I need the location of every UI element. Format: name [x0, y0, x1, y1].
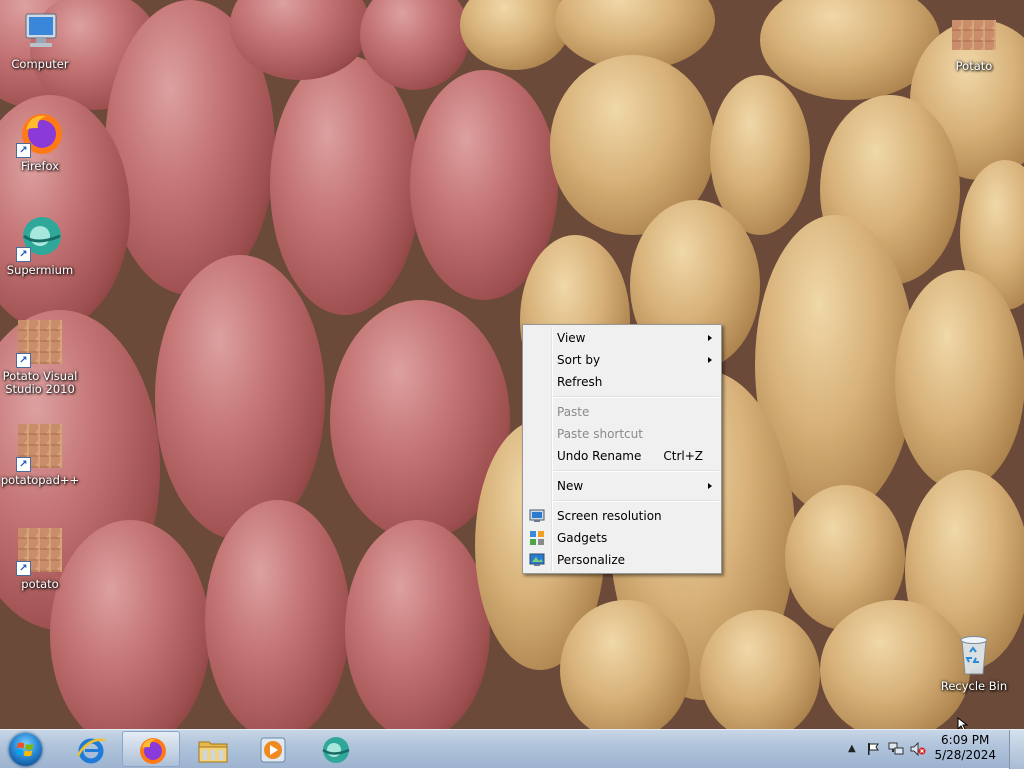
supermium-icon: [322, 737, 350, 763]
file-explorer-icon: [198, 741, 228, 763]
volume-muted-icon[interactable]: [910, 742, 926, 756]
firefox-icon: [140, 738, 166, 764]
menu-item-paste-shortcut: Paste shortcut: [523, 423, 721, 445]
start-button[interactable]: [7, 733, 45, 766]
submenu-arrow-icon: [708, 357, 712, 363]
desktop-icon-label: Recycle Bin: [940, 679, 1008, 693]
desktop-icon-label: Computer: [11, 57, 69, 71]
gadgets-icon: [530, 531, 544, 545]
supermium-icon: ↗: [16, 214, 64, 262]
menu-item-label: Paste shortcut: [557, 427, 643, 441]
desktop-icon-potato-visual-studio[interactable]: ↗ Potato Visual Studio 2010: [0, 318, 82, 396]
show-desktop-button[interactable]: [1009, 730, 1024, 769]
submenu-arrow-icon: [708, 335, 712, 341]
clock-date: 5/28/2024: [934, 748, 996, 762]
desktop-icon-label: Firefox: [20, 159, 60, 173]
menu-item-sort-by[interactable]: Sort by: [523, 349, 721, 371]
desktop-icon-label: potato: [21, 577, 59, 591]
clock[interactable]: 6:09 PM 5/28/2024: [934, 733, 996, 763]
desktop-icon-label: Potato: [955, 59, 993, 73]
firefox-icon: ↗: [16, 110, 64, 158]
personalize-icon: [529, 553, 545, 566]
clock-time: 6:09 PM: [941, 733, 990, 747]
desktop-icon-label: Supermium: [6, 263, 74, 277]
internet-explorer-icon: [76, 738, 106, 764]
menu-item-new[interactable]: New: [523, 475, 721, 497]
desktop-icon-recycle-bin[interactable]: Recycle Bin: [934, 630, 1014, 693]
shortcut-arrow-icon: ↗: [16, 457, 31, 472]
menu-separator: [553, 396, 719, 398]
windows-start-orb-icon: [9, 733, 42, 766]
menu-separator: [553, 500, 719, 502]
potato-image-icon: ↗: [16, 424, 64, 472]
potato-image-icon: [950, 20, 998, 58]
computer-icon: [16, 8, 64, 56]
shortcut-arrow-icon: ↗: [16, 143, 31, 158]
desktop-icon-label: Potato Visual Studio 2010: [2, 369, 78, 396]
potato-image-icon: ↗: [16, 320, 64, 368]
taskbar-media-player[interactable]: [244, 731, 302, 767]
desktop-icon-potato-folder[interactable]: Potato: [934, 18, 1014, 73]
taskbar-firefox[interactable]: [122, 731, 180, 767]
taskbar-supermium[interactable]: [306, 731, 364, 767]
taskbar: ▲ 6:09 PM 5/28/2024: [0, 729, 1024, 769]
media-player-icon: [260, 737, 286, 763]
desktop-icon-label: potatopad++: [0, 473, 80, 487]
taskbar-file-explorer[interactable]: [184, 731, 242, 767]
menu-item-label: Undo Rename: [557, 449, 642, 463]
menu-item-label: New: [557, 479, 584, 493]
desktop[interactable]: Computer ↗ Firefox ↗ Supermium ↗ Potato …: [0, 0, 1024, 729]
menu-item-personalize[interactable]: Personalize: [523, 549, 721, 571]
recycle-bin-icon: [950, 630, 998, 678]
taskbar-internet-explorer[interactable]: [62, 731, 120, 767]
menu-item-screen-resolution[interactable]: Screen resolution: [523, 505, 721, 527]
submenu-arrow-icon: [708, 483, 712, 489]
shortcut-arrow-icon: ↗: [16, 353, 31, 368]
menu-separator: [553, 470, 719, 472]
menu-item-label: Gadgets: [557, 531, 608, 545]
desktop-context-menu: View Sort by Refresh Paste Paste shortcu…: [522, 324, 722, 574]
menu-item-paste: Paste: [523, 401, 721, 423]
menu-item-label: Screen resolution: [557, 509, 662, 523]
potato-image-icon: ↗: [16, 528, 64, 576]
network-icon[interactable]: [888, 742, 904, 756]
menu-item-label: View: [557, 331, 586, 345]
menu-item-view[interactable]: View: [523, 327, 721, 349]
menu-item-gadgets[interactable]: Gadgets: [523, 527, 721, 549]
desktop-icon-potatopad[interactable]: ↗ potatopad++: [0, 422, 82, 487]
desktop-icon-potato-shortcut[interactable]: ↗ potato: [0, 526, 80, 591]
screen-resolution-icon: [529, 509, 545, 522]
menu-item-shortcut: Ctrl+Z: [663, 449, 703, 463]
desktop-icon-firefox[interactable]: ↗ Firefox: [0, 110, 80, 173]
menu-item-label: Refresh: [557, 375, 603, 389]
menu-item-label: Paste: [557, 405, 590, 419]
menu-item-refresh[interactable]: Refresh: [523, 371, 721, 393]
menu-item-label: Personalize: [557, 553, 626, 567]
mouse-cursor-icon: [957, 717, 969, 729]
desktop-icon-supermium[interactable]: ↗ Supermium: [0, 214, 80, 277]
show-hidden-icons-chevron-icon[interactable]: ▲: [848, 743, 856, 754]
menu-item-label: Sort by: [557, 353, 601, 367]
desktop-icon-computer[interactable]: Computer: [0, 8, 80, 71]
system-tray: ▲ 6:09 PM 5/28/2024: [844, 730, 1024, 769]
menu-item-undo-rename[interactable]: Undo Rename Ctrl+Z: [523, 445, 721, 467]
shortcut-arrow-icon: ↗: [16, 247, 31, 262]
action-center-flag-icon[interactable]: [866, 742, 880, 756]
shortcut-arrow-icon: ↗: [16, 561, 31, 576]
